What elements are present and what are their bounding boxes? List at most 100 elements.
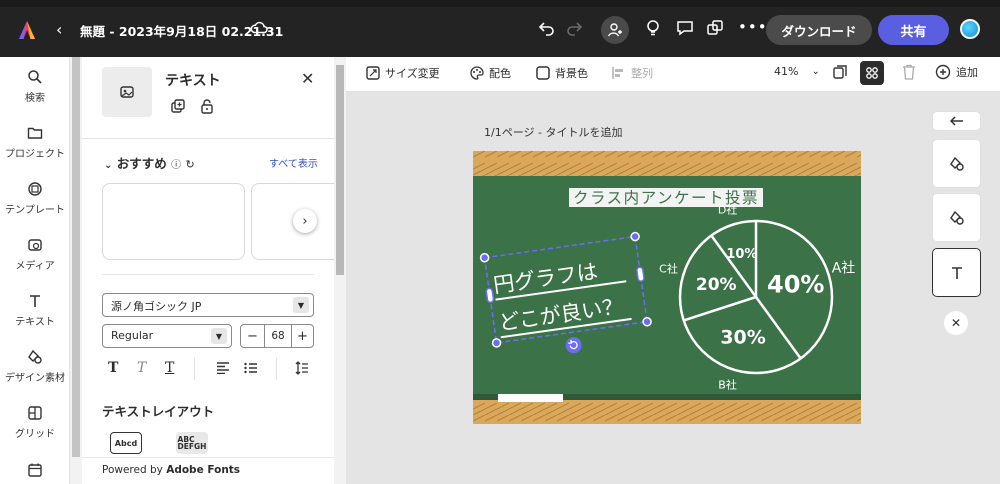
rail-item-text[interactable]: テキスト: [0, 293, 70, 328]
zoom-select[interactable]: 41% ⌄: [774, 65, 820, 78]
bullet-list-icon[interactable]: [244, 362, 258, 377]
adobe-fonts-link[interactable]: Adobe Fonts: [166, 464, 240, 476]
recommended-card[interactable]: [102, 183, 245, 260]
collapse-arrow-button[interactable]: [932, 111, 981, 131]
shapes-icon: [949, 210, 964, 225]
rail-item-label: テンプレート: [5, 205, 65, 216]
refresh-icon[interactable]: ↻: [185, 158, 194, 171]
slice-category-label: A社: [832, 261, 856, 277]
recommended-label: おすすめ: [116, 156, 167, 171]
chalkboard-artboard[interactable]: クラス内アンケート投票 40%A社30%B社20%C社10%D社 円グラフは ど…: [473, 151, 861, 424]
see-all-link[interactable]: すべて表示: [269, 155, 318, 170]
comment-icon[interactable]: [676, 19, 694, 40]
resize-button[interactable]: サイズ変更: [366, 65, 440, 81]
font-size-input[interactable]: 68: [265, 325, 291, 347]
media-icon: [28, 239, 42, 251]
rail-item-media[interactable]: メディア: [0, 237, 70, 272]
font-family-select[interactable]: 源ノ角ゴシック JP ▼: [102, 293, 314, 317]
chalk-eraser: [498, 394, 563, 402]
calendar-icon: [28, 463, 42, 477]
undo-icon[interactable]: [538, 19, 556, 40]
trash-icon[interactable]: [902, 64, 916, 80]
increase-size-button[interactable]: +: [291, 325, 313, 347]
slice-value-label: 10%: [726, 247, 757, 262]
color-scheme-label: 配色: [489, 67, 511, 80]
divider: [276, 358, 277, 380]
lock-icon[interactable]: [200, 98, 214, 117]
rail-item-label: プロジェクト: [5, 149, 65, 160]
slice-category-label: B社: [718, 377, 737, 391]
panel-right-scrollbar[interactable]: [334, 57, 346, 484]
resize-icon: [366, 66, 380, 80]
chevron-down-icon[interactable]: ⌄: [104, 160, 112, 171]
line-spacing-icon[interactable]: [295, 361, 309, 378]
close-panel-icon[interactable]: ✕: [301, 69, 314, 88]
resize-handle[interactable]: [630, 231, 640, 242]
color-scheme-button[interactable]: 配色: [470, 65, 511, 81]
plus-circle-icon: [935, 64, 951, 80]
align-button[interactable]: 整列: [612, 65, 653, 81]
divider: [102, 274, 314, 275]
back-chevron-icon[interactable]: ‹: [56, 20, 62, 39]
rail-item-projects[interactable]: プロジェクト: [0, 125, 70, 160]
resize-handle[interactable]: [491, 338, 502, 348]
page-title-label[interactable]: 1/1ページ - タイトルを追加: [484, 124, 622, 140]
chevron-down-icon: ▼: [293, 297, 309, 313]
redo-icon[interactable]: [565, 19, 583, 40]
align-left-icon[interactable]: [216, 362, 230, 377]
font-weight-select[interactable]: Regular ▼: [102, 324, 232, 348]
rail-item-schedule[interactable]: [0, 462, 70, 482]
slice-value-label: 40%: [767, 270, 824, 298]
share-button[interactable]: 共有: [878, 15, 949, 45]
effects-button[interactable]: [860, 61, 884, 85]
folder-icon: [27, 127, 43, 139]
background-color-button[interactable]: 背景色: [536, 65, 588, 81]
download-button[interactable]: ダウンロード: [766, 15, 872, 45]
rail-item-label: デザイン素材: [5, 373, 65, 384]
resize-handle[interactable]: [479, 252, 490, 263]
layer-thumb-shape[interactable]: [932, 139, 981, 188]
more-options-icon[interactable]: •••: [738, 18, 768, 36]
side-handle[interactable]: [485, 287, 495, 304]
rail-item-templates[interactable]: テンプレート: [0, 181, 70, 216]
close-layers-icon[interactable]: ✕: [944, 311, 968, 335]
chevron-down-icon: ⌄: [811, 66, 820, 77]
info-icon[interactable]: ⓘ: [171, 160, 181, 171]
search-icon: [28, 70, 42, 84]
lightbulb-icon[interactable]: [646, 19, 660, 40]
side-handle[interactable]: [636, 266, 645, 282]
add-button[interactable]: 追加: [935, 64, 978, 80]
invite-collaborator-icon[interactable]: [601, 16, 629, 44]
recommended-section-header[interactable]: ⌄ おすすめ ⓘ ↻: [104, 153, 195, 172]
top-bar: ‹ 無題 - 2023年9月18日 02.21.31 ••• ダウンロード 共有: [0, 0, 1000, 57]
user-avatar[interactable]: [960, 19, 980, 39]
layer-thumb-shape[interactable]: [932, 193, 981, 242]
layout-option-stacked[interactable]: ABC DEFGH: [176, 432, 208, 454]
rail-item-design-assets[interactable]: デザイン素材: [0, 349, 70, 384]
font-size-stepper[interactable]: − 68 +: [240, 324, 314, 348]
panel-left-scrollbar[interactable]: [70, 57, 82, 484]
chevron-down-icon: ▼: [211, 328, 227, 344]
decrease-size-button[interactable]: −: [241, 325, 265, 347]
duplicate-icon[interactable]: [170, 98, 186, 117]
slice-category-label: C社: [659, 262, 678, 276]
share-link-icon[interactable]: [706, 19, 724, 40]
slice-value-label: 20%: [696, 275, 737, 295]
adobe-express-logo[interactable]: [16, 19, 38, 41]
rail-item-grid[interactable]: グリッド: [0, 405, 70, 440]
rail-item-search[interactable]: 検索: [0, 69, 70, 104]
italic-text-icon[interactable]: T: [137, 360, 146, 376]
next-arrow-icon[interactable]: ›: [293, 209, 317, 233]
divider: [82, 138, 334, 139]
resize-handle[interactable]: [642, 316, 652, 327]
layout-option-normal[interactable]: Abcd: [110, 432, 142, 454]
slice-value-label: 30%: [720, 326, 765, 348]
layer-thumb-text-selected[interactable]: [932, 248, 981, 297]
template-icon: [28, 182, 42, 196]
background-square-icon: [536, 66, 550, 80]
underline-text-icon[interactable]: T: [165, 360, 174, 376]
bold-text-icon[interactable]: T: [108, 360, 118, 376]
pages-icon[interactable]: [832, 64, 848, 80]
cloud-sync-icon[interactable]: [250, 20, 268, 37]
wood-frame-top: [473, 151, 861, 176]
